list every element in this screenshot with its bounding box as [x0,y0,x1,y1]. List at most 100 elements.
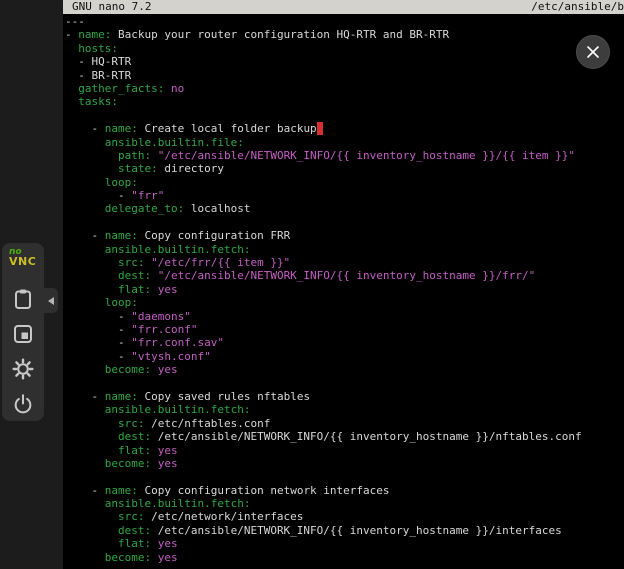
code-segment: - [65,310,131,323]
code-segment: name: [105,484,138,497]
code-segment [65,417,118,430]
editor-line: - name: Backup your router configuration… [65,28,624,41]
code-segment: src: [118,256,145,269]
code-segment: flat: [118,537,151,550]
code-segment: localhost [184,202,250,215]
editor-line: - HQ-RTR [65,55,624,68]
code-segment [65,283,118,296]
code-segment: name: [78,28,111,41]
code-segment [151,444,158,457]
code-segment: Copy configuration network interfaces [138,484,390,497]
editor-line: loop: [65,176,624,189]
code-segment: yes [158,444,178,457]
code-segment [151,283,158,296]
settings-button[interactable] [11,357,35,381]
code-segment [65,243,105,256]
terminal-window[interactable]: GNU nano 7.2 /etc/ansible/b ---- name: B… [63,0,624,569]
code-segment: /etc/nftables.conf [144,417,270,430]
editor-line: - name: Copy configuration FRR [65,229,624,242]
editor-line: dest: /etc/ansible/NETWORK_INFO/{{ inven… [65,524,624,537]
clipboard-icon [12,288,34,310]
text-cursor [317,122,324,135]
editor-line: --- [65,15,624,28]
vnc-screen: no VNC [0,0,624,569]
code-segment [65,269,118,282]
code-segment [65,136,105,149]
code-segment [65,551,105,564]
code-segment [65,42,78,55]
novnc-logo-text: VNC [9,257,36,267]
code-segment: - [65,336,131,349]
editor-line: - "vtysh.conf" [65,350,624,363]
code-segment: ansible.builtin.fetch: [105,243,251,256]
code-segment: yes [158,551,178,564]
editor-line [65,470,624,483]
control-bar-handle[interactable] [44,288,58,313]
code-segment [65,510,118,523]
code-segment: "/etc/ansible/NETWORK_INFO/{{ inventory_… [158,149,575,162]
code-segment [65,176,105,189]
editor-content[interactable]: ---- name: Backup your router configurat… [65,15,624,569]
editor-line: - name: Create local folder backup [65,122,624,135]
code-segment [65,430,118,443]
close-button[interactable] [576,35,610,69]
code-segment [65,363,105,376]
editor-line: state: directory [65,162,624,175]
code-segment: --- [65,15,85,28]
code-segment: yes [158,457,178,470]
editor-line: become: yes [65,457,624,470]
code-segment [65,95,78,108]
code-segment: dest: [118,269,151,282]
clipboard-button[interactable] [11,287,35,311]
code-segment [65,444,118,457]
close-icon [586,45,600,59]
code-segment: - BR-RTR [65,69,131,82]
code-segment: /etc/ansible/NETWORK_INFO/{{ inventory_h… [151,524,562,537]
code-segment: ansible.builtin.file: [105,136,244,149]
code-segment: src: [118,510,145,523]
editor-line [65,377,624,390]
editor-line: ansible.builtin.file: [65,136,624,149]
code-segment [65,296,105,309]
power-icon [12,393,34,415]
code-segment: tasks: [78,95,118,108]
code-segment: name: [105,390,138,403]
code-segment [65,497,105,510]
fullscreen-button[interactable] [11,322,35,346]
novnc-logo: no VNC [9,247,36,267]
editor-line: dest: "/etc/ansible/NETWORK_INFO/{{ inve… [65,269,624,282]
power-button[interactable] [11,392,35,416]
editor-line: delegate_to: localhost [65,202,624,215]
code-segment [151,457,158,470]
code-segment: flat: [118,444,151,457]
editor-line: src: "/etc/frr/{{ item }}" [65,256,624,269]
code-segment [164,82,171,95]
code-segment: - [65,28,78,41]
editor-line: - name: Copy saved rules nftables [65,390,624,403]
editor-line: src: /etc/nftables.conf [65,417,624,430]
code-segment: - [65,323,131,336]
code-segment: hosts: [78,42,118,55]
code-segment: name: [105,229,138,242]
code-segment: /etc/network/interfaces [144,510,303,523]
code-segment: "daemons" [131,310,191,323]
code-segment: become: [105,551,151,564]
code-segment [65,149,118,162]
code-segment: - [65,122,105,135]
code-segment: loop: [105,176,138,189]
code-segment: yes [158,537,178,550]
code-segment: - HQ-RTR [65,55,131,68]
editor-line: - "daemons" [65,310,624,323]
code-segment: become: [105,363,151,376]
editor-line: - "frr.conf.sav" [65,336,624,349]
code-segment [151,551,158,564]
code-segment [65,256,118,269]
chevron-left-icon [48,297,54,305]
code-segment [65,537,118,550]
code-segment [151,363,158,376]
code-segment: gather_facts: [78,82,164,95]
code-segment: flat: [118,283,151,296]
editor-line: ansible.builtin.fetch: [65,497,624,510]
code-segment [151,537,158,550]
editor-line [65,109,624,122]
